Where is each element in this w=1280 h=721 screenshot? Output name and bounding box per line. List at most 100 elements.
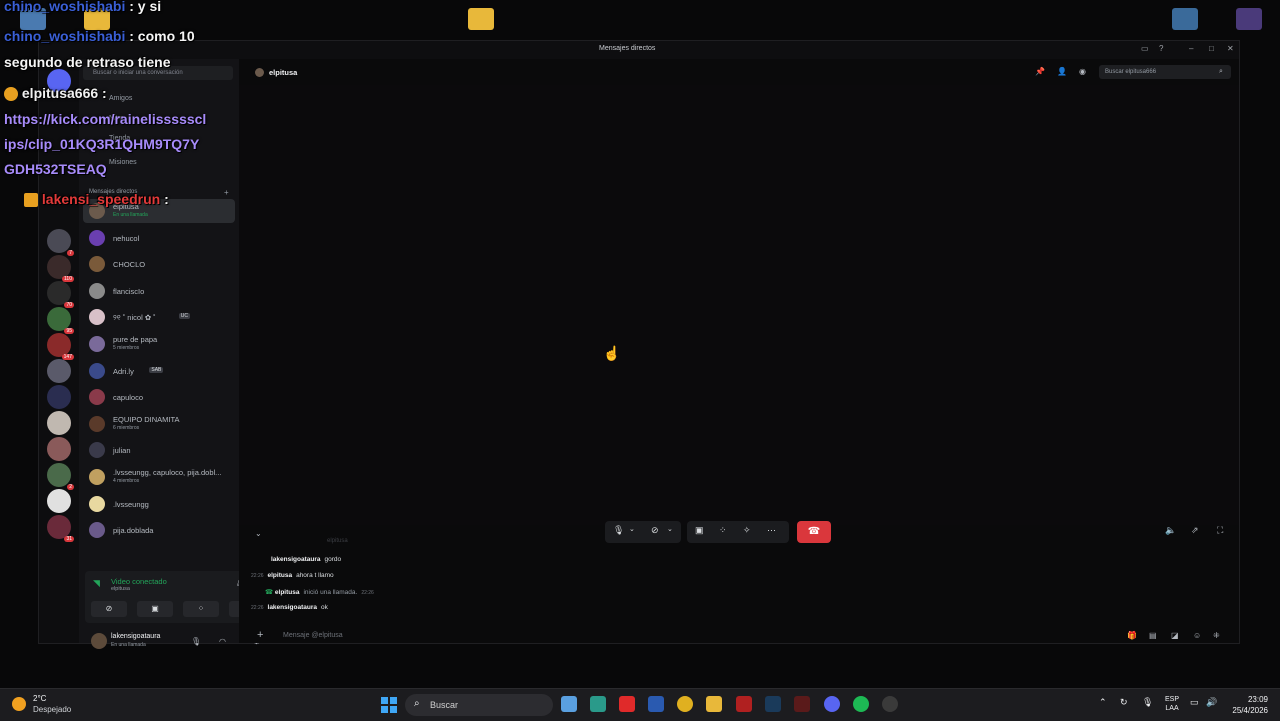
sticker-icon[interactable]: ◪ <box>1171 631 1179 640</box>
copilot-icon[interactable] <box>561 696 577 712</box>
pin-icon[interactable]: 📌 <box>1035 67 1045 76</box>
header-title[interactable]: elpitusa <box>269 68 297 77</box>
app-icon[interactable] <box>794 696 810 712</box>
server-icon[interactable] <box>47 489 71 513</box>
message[interactable]: lakensigoataura gordo <box>271 556 341 563</box>
chevron-down-icon[interactable]: ⌄ <box>629 525 635 533</box>
server-icon[interactable]: 147 <box>47 333 74 360</box>
more-options-icon[interactable]: ⋯ <box>767 525 776 536</box>
dm-item[interactable]: pure de papa 5 miembros <box>83 332 235 356</box>
message-author[interactable]: lakensigoataura <box>268 604 318 611</box>
dm-item[interactable]: pija.doblada <box>83 518 235 542</box>
collapse-chevron-icon[interactable]: ⌄ <box>255 529 262 538</box>
language-indicator[interactable]: ESP LAA <box>1165 695 1179 713</box>
emoji-icon[interactable]: ☺ <box>1193 631 1201 640</box>
attach-plus-icon[interactable]: + <box>257 629 263 641</box>
inbox-icon[interactable]: ▭ <box>1141 44 1149 53</box>
server-folder-icon[interactable] <box>47 385 71 409</box>
screen-share-icon[interactable]: ▣ <box>695 525 704 536</box>
minimize-button[interactable]: – <box>1189 44 1193 53</box>
pop-out-icon[interactable]: ⇗ <box>1191 525 1199 536</box>
filezilla-icon[interactable] <box>736 696 752 712</box>
server-icon[interactable]: 110 <box>47 255 74 282</box>
dm-item[interactable]: nehucol <box>83 226 235 250</box>
dm-item[interactable]: EQUIPO DINAMITA 6 miembros <box>83 412 235 436</box>
profile-icon[interactable]: ◉ <box>1079 67 1086 76</box>
maximize-button[interactable]: □ <box>1209 44 1214 53</box>
gif-icon[interactable]: ▤ <box>1149 631 1157 640</box>
server-icon[interactable]: 31 <box>47 515 74 542</box>
server-icon[interactable]: 7 <box>47 229 74 256</box>
microphone-icon[interactable]: 🎙 <box>191 637 201 646</box>
gift-icon[interactable]: 🎁 <box>1127 631 1137 640</box>
activities-icon[interactable]: ⁘ <box>719 525 727 536</box>
obs-icon[interactable] <box>882 696 898 712</box>
word-icon[interactable] <box>648 696 664 712</box>
username[interactable]: lakensigoataura <box>111 633 160 640</box>
microphone-icon[interactable]: 🎙 <box>1142 697 1153 708</box>
message-author[interactable]: elpitusa <box>268 572 293 579</box>
edge-icon[interactable] <box>590 696 606 712</box>
message-author[interactable]: elpitusa <box>275 589 300 596</box>
chevron-down-icon[interactable]: ⌄ <box>667 525 673 533</box>
folder-icon[interactable] <box>468 8 494 30</box>
message[interactable]: 22:26 lakensigoataura ok <box>251 604 328 611</box>
dm-item[interactable]: ୨୧ ˚ nicol ✿ ˚ UC <box>83 305 235 329</box>
chrome-icon[interactable] <box>677 696 693 712</box>
chat-line: lakensi_speedrun : <box>4 191 169 208</box>
dm-item[interactable]: Adri.ly SAB <box>83 359 235 383</box>
dm-item[interactable]: .lvsseungg, capuloco, pija.dobl... 4 miem… <box>83 465 235 489</box>
file-explorer-icon[interactable] <box>706 696 722 712</box>
dm-item[interactable]: .lvsseungg <box>83 492 235 516</box>
server-icon[interactable]: 95 <box>47 307 74 334</box>
create-dm-icon[interactable]: + <box>224 188 229 197</box>
camera-off-icon[interactable]: ⊘ <box>651 525 659 536</box>
sync-icon[interactable]: ↻ <box>1120 697 1128 708</box>
message[interactable]: 22:26 elpitusa ahora t llamo <box>251 572 334 579</box>
server-icon[interactable] <box>47 411 71 435</box>
hang-up-button[interactable]: ☎ <box>797 521 831 543</box>
dm-item[interactable]: flanciscIo <box>83 279 235 303</box>
activities-button[interactable]: ⁘ <box>183 601 219 617</box>
clock[interactable]: 23:09 25/4/2026 <box>1220 694 1268 716</box>
message-input[interactable]: Mensaje @elpitusa <box>283 632 343 639</box>
weather-moon-icon[interactable] <box>12 697 26 711</box>
close-button[interactable]: ✕ <box>1227 44 1234 53</box>
camera-off-button[interactable]: ⊘ <box>91 601 127 617</box>
headphones-icon[interactable]: ◠ <box>219 637 226 646</box>
spotify-icon[interactable] <box>853 696 869 712</box>
server-icon[interactable] <box>47 437 71 461</box>
game-app-icon[interactable] <box>1172 8 1198 30</box>
volume-icon[interactable]: 🔊 <box>1206 697 1217 708</box>
server-icon[interactable]: 2 <box>47 463 74 490</box>
apps-icon[interactable]: ⁜ <box>1213 631 1220 640</box>
message-author[interactable]: lakensigoataura <box>271 556 321 563</box>
nav-friends[interactable]: Amigos <box>109 95 132 102</box>
microphone-icon[interactable]: 🎙 <box>613 525 624 536</box>
dm-item[interactable]: capuloco <box>83 385 235 409</box>
video-stage[interactable] <box>239 85 1239 525</box>
chevron-up-icon[interactable]: ⌃ <box>1099 697 1107 708</box>
discord-icon[interactable] <box>824 696 840 712</box>
game-app-icon[interactable] <box>1236 8 1262 30</box>
server-icon[interactable]: 70 <box>47 281 74 308</box>
screen-share-button[interactable]: ▣ <box>137 601 173 617</box>
help-icon[interactable]: ? <box>1159 44 1163 53</box>
voice-status[interactable]: Video conectado <box>111 577 167 586</box>
fullscreen-icon[interactable]: ⛶ <box>1217 525 1223 536</box>
taskbar-search[interactable]: ⌕ Buscar <box>405 694 553 716</box>
search-input[interactable]: Buscar elpitusa666 <box>1099 65 1231 79</box>
steam-icon[interactable] <box>765 696 781 712</box>
chat-link[interactable]: https://kick.com/rainelissssscl ips/clip… <box>4 107 244 182</box>
display-icon[interactable]: ▭ <box>1190 697 1199 708</box>
add-friends-icon[interactable]: 👤 <box>1057 67 1067 76</box>
soundboard-icon[interactable]: ✧ <box>743 525 751 536</box>
message[interactable]: ☎ elpitusa inició una llamada. 22:26 <box>265 588 378 596</box>
dm-item[interactable]: julian <box>83 438 235 462</box>
windows-start-icon[interactable] <box>381 697 397 713</box>
server-icon[interactable] <box>47 359 71 383</box>
volume-icon[interactable]: 🔈 <box>1165 525 1176 536</box>
youtube-icon[interactable] <box>619 696 635 712</box>
avatar[interactable] <box>91 633 107 649</box>
dm-item[interactable]: CHOCLO <box>83 252 235 276</box>
